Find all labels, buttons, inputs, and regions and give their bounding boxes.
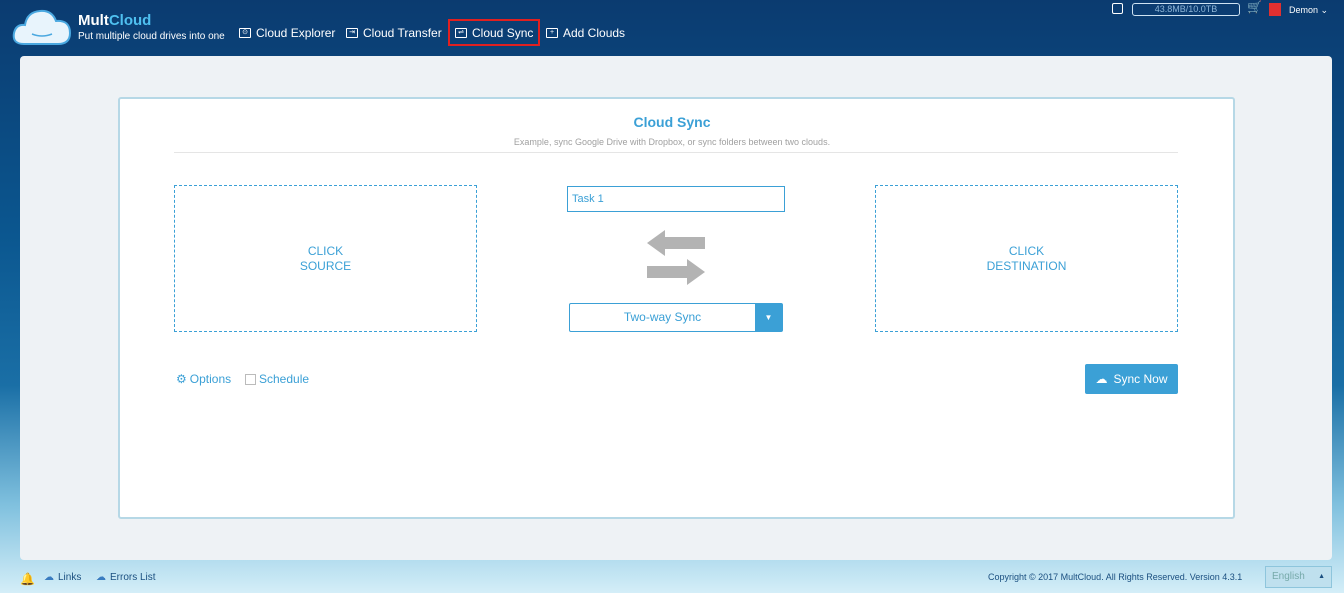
cloud-sync-icon: ⇌	[455, 27, 467, 38]
sync-mode-select[interactable]: Two-way Sync ▼	[569, 303, 783, 332]
errors-list-link[interactable]: ☁ Errors List	[96, 572, 156, 583]
nav-add-clouds[interactable]: + Add Clouds	[541, 20, 630, 46]
link-cloud-icon: ☁	[44, 572, 54, 583]
error-cloud-icon: ☁	[96, 572, 106, 583]
copyright: Copyright © 2017 MultCloud. All Rights R…	[988, 572, 1243, 582]
nav-cloud-transfer[interactable]: ⇥ Cloud Transfer	[341, 20, 447, 46]
cart-icon[interactable]: 🛒	[1247, 0, 1262, 14]
destination-drop-zone[interactable]: CLICK DESTINATION	[875, 185, 1178, 332]
cloud-transfer-icon: ⇥	[346, 28, 358, 38]
add-clouds-icon: +	[546, 28, 558, 38]
sync-arrows-icon	[647, 230, 705, 285]
gear-icon: ⚙	[176, 372, 187, 386]
gift-icon[interactable]	[1269, 3, 1281, 16]
source-drop-zone[interactable]: CLICK SOURCE	[174, 185, 477, 332]
brand-name: MultCloud	[78, 12, 152, 29]
user-menu[interactable]: Demon ⌄	[1289, 5, 1328, 16]
tagline: Put multiple cloud drives into one	[78, 31, 225, 42]
sync-now-button[interactable]: ☁ Sync Now	[1085, 364, 1178, 394]
cloud-sync-icon: ☁	[1095, 372, 1108, 386]
storage-usage: 43.8MB/10.0TB	[1132, 3, 1240, 16]
cloud-explorer-icon: ⊙	[239, 28, 251, 38]
links-link[interactable]: ☁ Links	[44, 572, 81, 583]
chevron-up-icon: ▲	[1318, 573, 1325, 580]
nav-cloud-explorer[interactable]: ⊙ Cloud Explorer	[234, 20, 340, 46]
nav-cloud-sync[interactable]: ⇌ Cloud Sync	[448, 19, 541, 46]
schedule-checkbox[interactable]: Schedule	[245, 372, 309, 386]
page-title: Cloud Sync	[633, 114, 711, 130]
options-link[interactable]: ⚙ Options	[176, 372, 231, 386]
task-name-input[interactable]	[567, 186, 785, 212]
page-subtitle: Example, sync Google Drive with Dropbox,…	[513, 137, 831, 147]
divider	[174, 152, 1178, 153]
chevron-down-icon: ▼	[755, 304, 782, 331]
multcloud-logo-icon	[12, 9, 72, 45]
language-select[interactable]: English ▲	[1265, 566, 1332, 588]
notification-bell-icon[interactable]: 🔔	[20, 572, 35, 586]
checkbox[interactable]	[245, 373, 256, 385]
activity-icon[interactable]	[1112, 3, 1123, 14]
